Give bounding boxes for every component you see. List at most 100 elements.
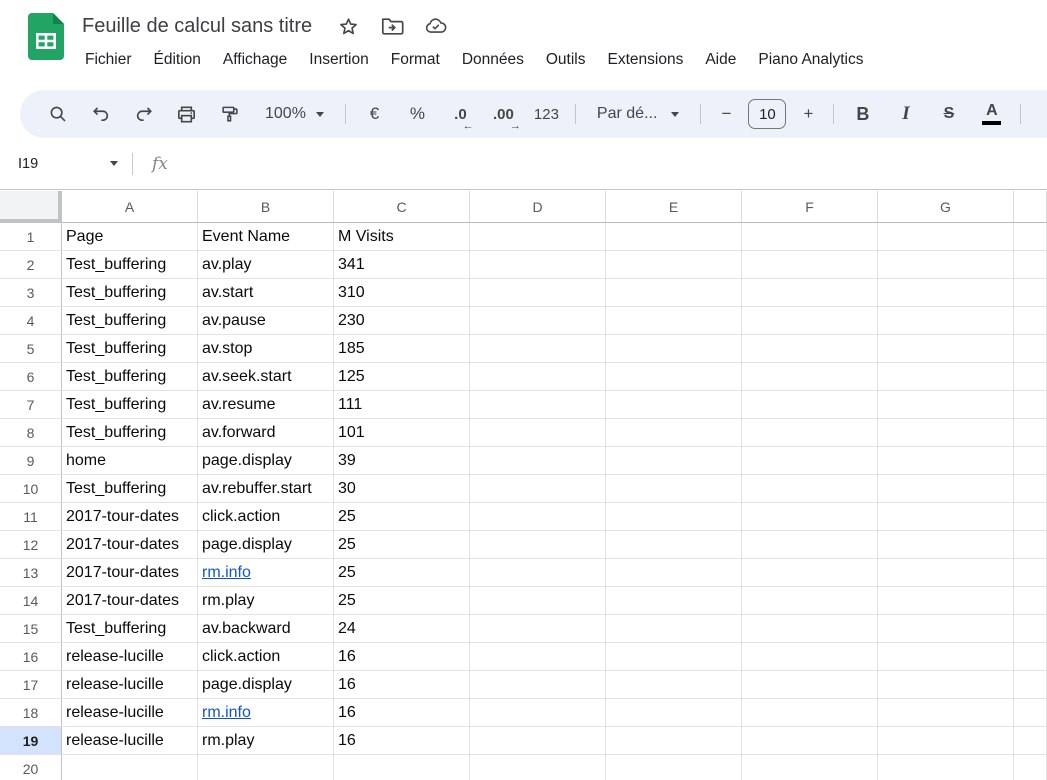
- undo-button[interactable]: [79, 96, 122, 132]
- cell-C8[interactable]: 101: [334, 419, 470, 447]
- cell-D16[interactable]: [470, 643, 606, 671]
- cell-B20[interactable]: [198, 755, 334, 780]
- cell-C17[interactable]: 16: [334, 671, 470, 699]
- row-header-10[interactable]: 10: [0, 475, 62, 503]
- select-all-corner[interactable]: [0, 191, 62, 223]
- name-box[interactable]: I19: [0, 156, 128, 172]
- cell-H9[interactable]: [1014, 447, 1047, 475]
- cell-C4[interactable]: 230: [334, 307, 470, 335]
- cell-D9[interactable]: [470, 447, 606, 475]
- cell-G7[interactable]: [878, 391, 1014, 419]
- cell-F13[interactable]: [742, 559, 878, 587]
- cell-A17[interactable]: release-lucille: [62, 671, 198, 699]
- cell-F8[interactable]: [742, 419, 878, 447]
- row-header-8[interactable]: 8: [0, 419, 62, 447]
- cell-A12[interactable]: 2017-tour-dates: [62, 531, 198, 559]
- cell-G17[interactable]: [878, 671, 1014, 699]
- cell-E16[interactable]: [606, 643, 742, 671]
- cell-C15[interactable]: 24: [334, 615, 470, 643]
- cell-B2[interactable]: av.play: [198, 251, 334, 279]
- strikethrough-button[interactable]: S: [927, 96, 970, 132]
- cell-H7[interactable]: [1014, 391, 1047, 419]
- cell-H13[interactable]: [1014, 559, 1047, 587]
- cell-C12[interactable]: 25: [334, 531, 470, 559]
- cell-D3[interactable]: [470, 279, 606, 307]
- cell-G10[interactable]: [878, 475, 1014, 503]
- column-header-G[interactable]: G: [878, 191, 1014, 223]
- cell-G12[interactable]: [878, 531, 1014, 559]
- increase-font-size-button[interactable]: +: [790, 96, 826, 132]
- cell-C18[interactable]: 16: [334, 699, 470, 727]
- cell-C20[interactable]: [334, 755, 470, 780]
- more-formats-button[interactable]: 123: [525, 96, 568, 132]
- cell-H3[interactable]: [1014, 279, 1047, 307]
- cell-F1[interactable]: [742, 223, 878, 251]
- menu-fichier[interactable]: Fichier: [74, 47, 143, 73]
- cell-D12[interactable]: [470, 531, 606, 559]
- format-currency-button[interactable]: €: [353, 96, 396, 132]
- cell-G5[interactable]: [878, 335, 1014, 363]
- redo-button[interactable]: [122, 96, 165, 132]
- cell-B3[interactable]: av.start: [198, 279, 334, 307]
- cell-H19[interactable]: [1014, 727, 1047, 755]
- cell-link[interactable]: rm.info: [202, 704, 251, 721]
- cell-G2[interactable]: [878, 251, 1014, 279]
- cell-F17[interactable]: [742, 671, 878, 699]
- cell-F5[interactable]: [742, 335, 878, 363]
- cell-G6[interactable]: [878, 363, 1014, 391]
- cell-A9[interactable]: home: [62, 447, 198, 475]
- cell-F7[interactable]: [742, 391, 878, 419]
- row-header-11[interactable]: 11: [0, 503, 62, 531]
- column-header-H[interactable]: [1014, 191, 1047, 223]
- cell-D11[interactable]: [470, 503, 606, 531]
- row-header-18[interactable]: 18: [0, 699, 62, 727]
- cell-H16[interactable]: [1014, 643, 1047, 671]
- cell-E15[interactable]: [606, 615, 742, 643]
- text-color-button[interactable]: A: [970, 96, 1013, 132]
- cell-D19[interactable]: [470, 727, 606, 755]
- menu-donnees[interactable]: Données: [451, 47, 535, 73]
- menu-piano-analytics[interactable]: Piano Analytics: [747, 47, 874, 73]
- cell-G18[interactable]: [878, 699, 1014, 727]
- cell-F9[interactable]: [742, 447, 878, 475]
- row-header-4[interactable]: 4: [0, 307, 62, 335]
- cell-B14[interactable]: rm.play: [198, 587, 334, 615]
- format-percent-button[interactable]: %: [396, 96, 439, 132]
- cell-D15[interactable]: [470, 615, 606, 643]
- cell-E10[interactable]: [606, 475, 742, 503]
- cell-F10[interactable]: [742, 475, 878, 503]
- row-header-14[interactable]: 14: [0, 587, 62, 615]
- cell-C9[interactable]: 39: [334, 447, 470, 475]
- cell-E20[interactable]: [606, 755, 742, 780]
- cell-D5[interactable]: [470, 335, 606, 363]
- menu-outils[interactable]: Outils: [535, 47, 597, 73]
- cell-A20[interactable]: [62, 755, 198, 780]
- cell-D18[interactable]: [470, 699, 606, 727]
- column-header-C[interactable]: C: [334, 191, 470, 223]
- document-title[interactable]: Feuille de calcul sans titre: [82, 15, 312, 38]
- zoom-control[interactable]: 100%: [251, 105, 338, 123]
- cell-F15[interactable]: [742, 615, 878, 643]
- cell-E12[interactable]: [606, 531, 742, 559]
- cell-E5[interactable]: [606, 335, 742, 363]
- cell-A2[interactable]: Test_buffering: [62, 251, 198, 279]
- cell-H1[interactable]: [1014, 223, 1047, 251]
- font-size-input[interactable]: 10: [748, 99, 786, 129]
- cell-D7[interactable]: [470, 391, 606, 419]
- cell-B17[interactable]: page.display: [198, 671, 334, 699]
- row-header-12[interactable]: 12: [0, 531, 62, 559]
- cell-A3[interactable]: Test_buffering: [62, 279, 198, 307]
- cell-E1[interactable]: [606, 223, 742, 251]
- cell-C14[interactable]: 25: [334, 587, 470, 615]
- cell-G20[interactable]: [878, 755, 1014, 780]
- cell-A14[interactable]: 2017-tour-dates: [62, 587, 198, 615]
- cell-A5[interactable]: Test_buffering: [62, 335, 198, 363]
- cell-H15[interactable]: [1014, 615, 1047, 643]
- cell-H18[interactable]: [1014, 699, 1047, 727]
- cell-H5[interactable]: [1014, 335, 1047, 363]
- column-header-A[interactable]: A: [62, 191, 198, 223]
- cell-C19[interactable]: 16: [334, 727, 470, 755]
- cell-B8[interactable]: av.forward: [198, 419, 334, 447]
- cloud-saved-icon[interactable]: [424, 14, 448, 38]
- cell-F18[interactable]: [742, 699, 878, 727]
